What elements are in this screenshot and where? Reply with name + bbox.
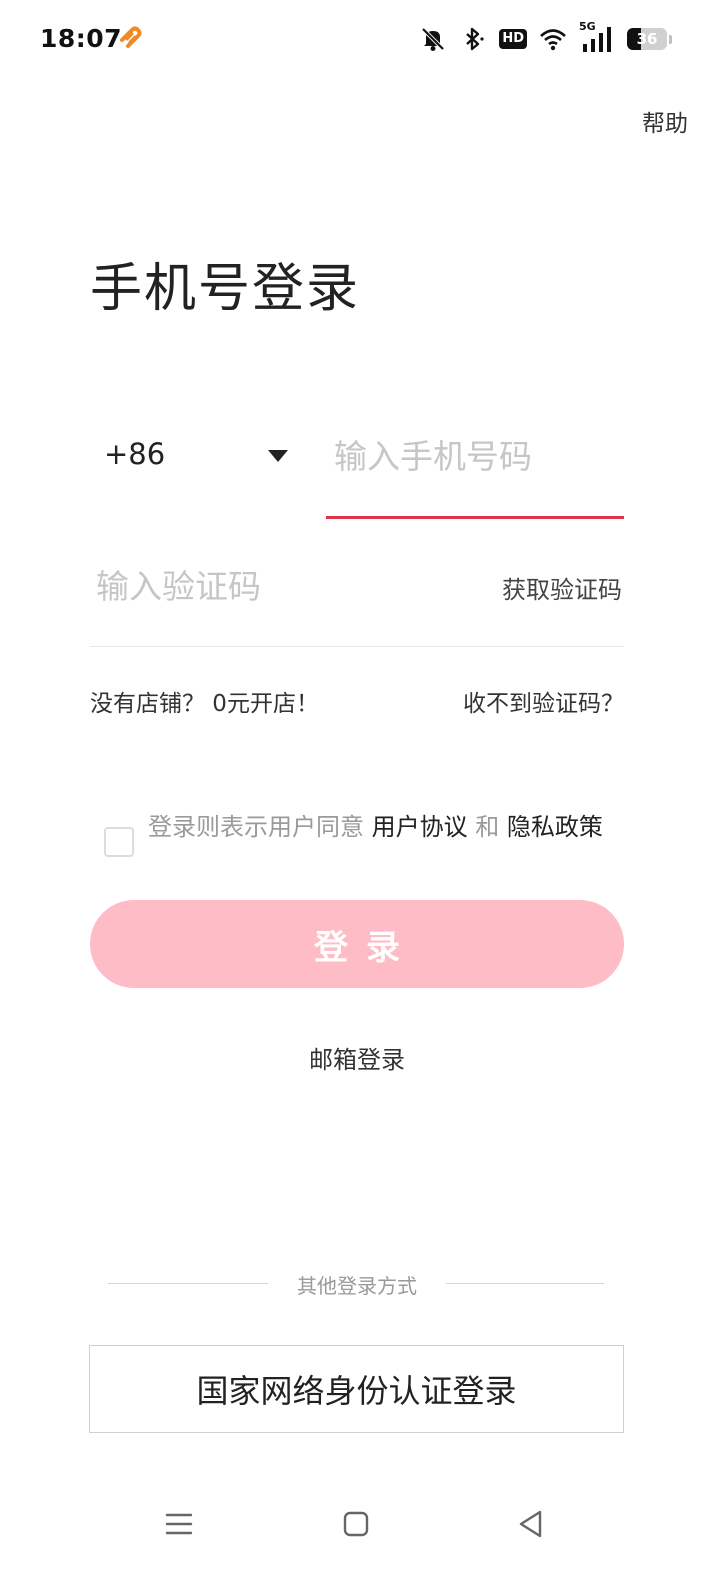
user-agreement-link[interactable]: 用户协议 — [372, 813, 468, 841]
bluetooth-icon — [466, 27, 484, 51]
battery-tip — [669, 34, 672, 44]
login-button[interactable]: 登录 — [90, 900, 624, 988]
agreement-and: 和 — [467, 813, 507, 841]
bell-off-icon — [421, 27, 445, 51]
no-code-help-link[interactable]: 收不到验证码？ — [463, 684, 624, 718]
menu-icon[interactable] — [163, 1508, 195, 1540]
agreement-text: 登录则表示用户同意 用户协议 和 隐私政策 — [148, 810, 618, 844]
divider-line-right — [446, 1283, 604, 1284]
country-code-selector[interactable]: +86 — [104, 437, 165, 471]
app-notification-icon — [120, 26, 142, 48]
back-triangle-icon[interactable] — [515, 1508, 547, 1540]
status-icons: HD 5G 36 — [419, 20, 672, 56]
phone-input-underline — [326, 516, 624, 519]
email-login-link: 邮箱登录 — [0, 1040, 714, 1075]
agreement-checkbox[interactable] — [104, 827, 134, 857]
caret-down-icon[interactable] — [268, 450, 288, 462]
wifi-icon — [540, 29, 566, 51]
status-time: 18:07 — [40, 24, 123, 53]
other-login-divider-label: 其他登录方式 — [297, 1274, 417, 1298]
battery-level: 36 — [636, 30, 658, 48]
open-shop-link[interactable]: 没有店铺？ 0元开店！ — [90, 684, 319, 718]
national-id-login-button[interactable]: 国家网络身份认证登录 — [89, 1345, 624, 1433]
email-login-label[interactable]: 邮箱登录 — [309, 1046, 405, 1074]
phone-input[interactable] — [334, 426, 624, 486]
home-square-icon[interactable] — [340, 1508, 372, 1540]
agreement-prefix: 登录则表示用户同意 — [148, 813, 372, 841]
get-code-button[interactable]: 获取验证码 — [502, 570, 622, 605]
help-link[interactable]: 帮助 — [642, 104, 688, 138]
page-title: 手机号登录 — [90, 259, 361, 319]
divider-line-left — [108, 1283, 268, 1284]
hd-badge: HD — [499, 29, 527, 49]
verification-code-input[interactable] — [96, 556, 416, 616]
code-input-underline — [90, 646, 624, 647]
cellular-signal-icon: 5G — [579, 20, 615, 54]
privacy-policy-link[interactable]: 隐私政策 — [507, 813, 603, 841]
battery-icon: 36 — [627, 28, 667, 50]
